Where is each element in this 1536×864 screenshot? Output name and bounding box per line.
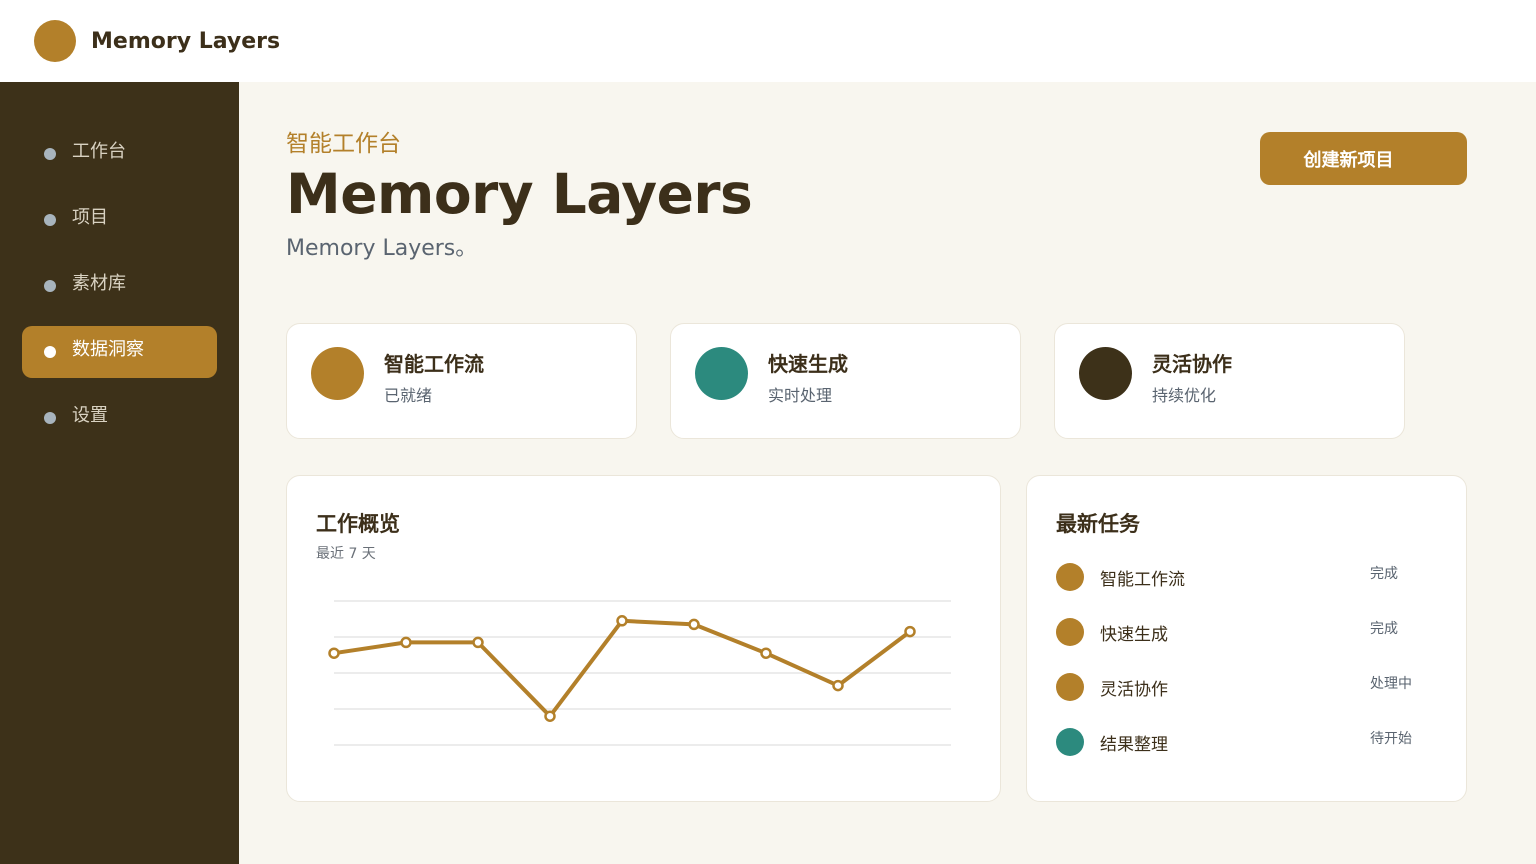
nav-dot-icon <box>44 280 56 292</box>
task-name: 智能工作流 <box>1100 570 1185 590</box>
chart-point[interactable] <box>616 615 628 627</box>
overview-panel: 工作概览 最近 7 天 <box>286 475 1001 802</box>
main-content: 智能工作台 Memory Layers Memory Layers。 创建新项目… <box>239 82 1536 864</box>
feature-card[interactable]: 快速生成 实时处理 <box>670 323 1021 439</box>
task-name: 快速生成 <box>1100 625 1168 645</box>
nav-dot-icon <box>44 412 56 424</box>
feature-subtitle: 实时处理 <box>768 386 833 405</box>
tasks-panel: 最新任务 智能工作流 完成 快速生成 完成 灵活协作 处理中 结果整理 待开始 <box>1026 475 1467 802</box>
nav-dot-icon <box>44 214 56 226</box>
feature-subtitle: 已就绪 <box>384 386 433 405</box>
task-dot-icon <box>1056 618 1084 646</box>
task-status: 待开始 <box>1370 731 1412 747</box>
page-title: Memory Layers <box>286 162 753 226</box>
task-row[interactable]: 结果整理 待开始 <box>1056 722 1436 762</box>
chart-point[interactable] <box>760 647 772 659</box>
feature-card[interactable]: 智能工作流 已就绪 <box>286 323 637 439</box>
task-status: 完成 <box>1370 566 1398 582</box>
nav-dot-icon <box>44 148 56 160</box>
sidebar-item-settings[interactable]: 设置 <box>22 392 217 444</box>
sidebar-item-workbench[interactable]: 工作台 <box>22 128 217 180</box>
sidebar-item-label: 项目 <box>72 207 108 228</box>
overview-line-chart <box>328 600 951 746</box>
sidebar-item-insights[interactable]: 数据洞察 <box>22 326 217 378</box>
task-dot-icon <box>1056 673 1084 701</box>
chart-point[interactable] <box>400 636 412 649</box>
tasks-title: 最新任务 <box>1056 512 1140 536</box>
task-row[interactable]: 智能工作流 完成 <box>1056 557 1436 597</box>
feature-circle-icon <box>1079 347 1132 400</box>
sidebar-item-label: 数据洞察 <box>72 339 144 360</box>
sidebar-item-label: 设置 <box>72 405 108 426</box>
feature-circle-icon <box>695 347 748 400</box>
page-eyebrow: 智能工作台 <box>286 131 401 157</box>
sidebar-item-assets[interactable]: 素材库 <box>22 260 217 312</box>
page-subtitle: Memory Layers。 <box>286 236 478 261</box>
task-status: 处理中 <box>1370 676 1412 692</box>
feature-circle-icon <box>311 347 364 400</box>
feature-title: 灵活协作 <box>1152 352 1232 376</box>
brand-name: Memory Layers <box>91 28 281 54</box>
task-status: 完成 <box>1370 621 1398 637</box>
feature-title: 快速生成 <box>768 352 848 376</box>
create-project-button[interactable]: 创建新项目 <box>1260 132 1467 185</box>
task-row[interactable]: 快速生成 完成 <box>1056 612 1436 652</box>
chart-point[interactable] <box>688 618 700 631</box>
chart-series-line <box>333 618 912 719</box>
sidebar-item-projects[interactable]: 项目 <box>22 194 217 246</box>
chart-point[interactable] <box>328 647 340 659</box>
feature-card[interactable]: 灵活协作 持续优化 <box>1054 323 1405 439</box>
nav-dot-icon <box>44 346 56 358</box>
sidebar: 工作台 项目 素材库 数据洞察 设置 <box>0 82 239 864</box>
sidebar-item-label: 工作台 <box>72 141 126 162</box>
task-name: 结果整理 <box>1100 735 1168 755</box>
logo-icon <box>34 20 76 62</box>
chart-point[interactable] <box>544 710 556 722</box>
task-dot-icon <box>1056 728 1084 756</box>
top-header: Memory Layers <box>0 0 1536 82</box>
chart-point[interactable] <box>832 679 844 692</box>
task-row[interactable]: 灵活协作 处理中 <box>1056 667 1436 707</box>
sidebar-item-label: 素材库 <box>72 273 126 294</box>
chart-point[interactable] <box>904 625 916 638</box>
task-dot-icon <box>1056 563 1084 591</box>
task-name: 灵活协作 <box>1100 680 1168 700</box>
chart-point[interactable] <box>472 636 484 649</box>
feature-subtitle: 持续优化 <box>1152 386 1217 405</box>
feature-title: 智能工作流 <box>384 352 484 376</box>
